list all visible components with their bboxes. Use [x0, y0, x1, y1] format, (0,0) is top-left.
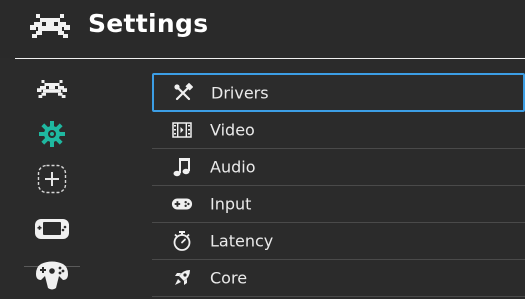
- menu-item-label: Core: [210, 268, 248, 288]
- menu-item-label: Drivers: [211, 83, 269, 102]
- menu-item-audio[interactable]: Audio: [152, 149, 525, 186]
- sidebar: [0, 60, 100, 299]
- page-title: Settings: [88, 9, 209, 38]
- header-divider: [15, 58, 525, 59]
- sidebar-item-add[interactable]: [30, 164, 74, 194]
- film-icon: [171, 119, 193, 141]
- music-note-icon: [171, 156, 193, 178]
- header-bar: Settings: [0, 0, 525, 58]
- menu-item-input[interactable]: Input: [152, 186, 525, 223]
- menu-item-label: Audio: [210, 157, 256, 177]
- handheld-console-icon: [35, 219, 69, 239]
- stopwatch-icon: [171, 230, 193, 252]
- menu-item-latency[interactable]: Latency: [152, 223, 525, 260]
- sidebar-item-settings[interactable]: [30, 120, 74, 150]
- sidebar-item-playlist-handheld[interactable]: [30, 218, 74, 248]
- retroarch-logo-icon: [30, 14, 70, 38]
- gamepad-icon: [171, 193, 193, 215]
- menu-item-label: Video: [210, 120, 255, 140]
- menu-item-video[interactable]: Video: [152, 112, 525, 149]
- menu-item-drivers[interactable]: Drivers: [152, 73, 525, 112]
- gear-icon: [39, 121, 65, 147]
- retroarch-invader-icon: [37, 80, 67, 98]
- sidebar-item-main-menu[interactable]: [30, 80, 74, 110]
- menu-item-core[interactable]: Core: [152, 260, 525, 297]
- rocket-icon: [171, 267, 193, 289]
- n64-controller-icon: [36, 261, 68, 290]
- tools-icon: [172, 82, 194, 104]
- add-content-icon: [37, 164, 67, 194]
- menu-item-label: Latency: [210, 231, 274, 251]
- settings-menu-list: Drivers Video Audio Input Latency Core: [152, 73, 525, 297]
- menu-item-label: Input: [210, 194, 252, 214]
- sidebar-item-playlist-n64[interactable]: [30, 260, 74, 290]
